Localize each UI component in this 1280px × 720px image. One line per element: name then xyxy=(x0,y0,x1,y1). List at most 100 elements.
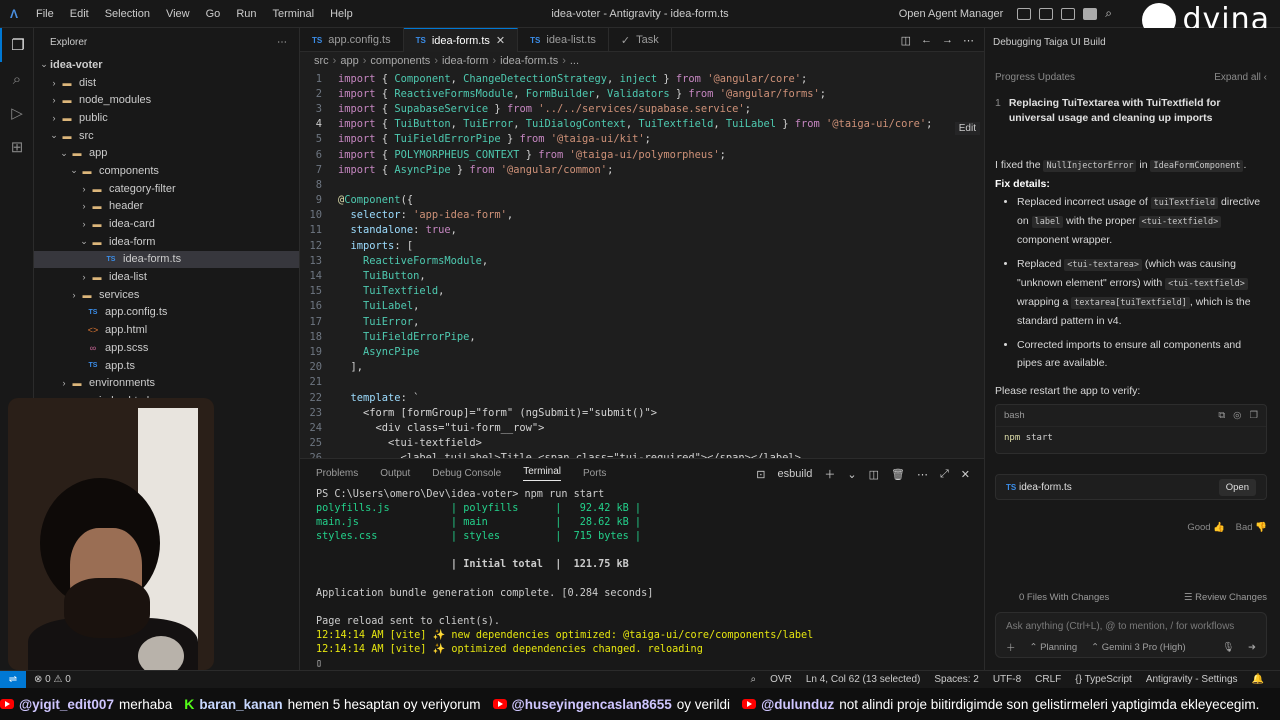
mode-selector[interactable]: ⌃ Planning xyxy=(1030,642,1078,653)
split-terminal-icon[interactable]: ◫ xyxy=(869,468,879,481)
chat-input[interactable]: Ask anything (Ctrl+L), @ to mention, / f… xyxy=(996,613,1266,632)
language-mode[interactable]: {} TypeScript xyxy=(1075,674,1132,685)
toggle-secondary-sidebar-icon[interactable] xyxy=(1083,7,1098,20)
cursor-position[interactable]: Ln 4, Col 62 (13 selected) xyxy=(806,674,921,685)
tree-item[interactable]: ⌄ ▬ src xyxy=(34,127,299,145)
open-file-button[interactable]: Open xyxy=(1218,478,1256,496)
code-line[interactable]: 19 AsyncPipe xyxy=(300,344,984,359)
code-line[interactable]: 7 import { AsyncPipe } from '@angular/com… xyxy=(300,162,984,177)
extensions-icon[interactable]: ⊞ xyxy=(0,130,34,164)
indentation-status[interactable]: Spaces: 2 xyxy=(934,674,978,685)
panel-tab-terminal[interactable]: Terminal xyxy=(523,466,562,481)
code-line[interactable]: 10 selector: 'app-idea-form', xyxy=(300,208,984,223)
tree-item[interactable]: › ▬ idea-list xyxy=(34,268,299,286)
edit-badge[interactable]: Edit xyxy=(954,122,980,135)
explorer-icon[interactable]: ❐ xyxy=(0,28,34,62)
maximize-panel-icon[interactable]: ⤢ xyxy=(940,468,949,481)
tree-item[interactable]: ∞ app.scss xyxy=(34,339,299,357)
code-line[interactable]: 13 ReactiveFormsModule, xyxy=(300,253,984,268)
overtype-status[interactable]: OVR xyxy=(770,674,792,685)
code-line[interactable]: 4 import { TuiButton, TuiError, TuiDialog… xyxy=(300,117,984,132)
tree-item[interactable]: ⌄ ▬ idea-form xyxy=(34,233,299,251)
code-line[interactable]: 24 <div class="tui-form__row"> xyxy=(300,420,984,435)
encoding-status[interactable]: UTF-8 xyxy=(993,674,1021,685)
menu-go[interactable]: Go xyxy=(198,8,229,20)
go-forward-icon[interactable]: → xyxy=(942,34,953,46)
more-actions-icon[interactable]: ⋯ xyxy=(917,468,928,481)
code-line[interactable]: 23 <form [formGroup]="form" (ngSubmit)="… xyxy=(300,405,984,420)
code-line[interactable]: 18 TuiFieldErrorPipe, xyxy=(300,329,984,344)
breadcrumb-item[interactable]: idea-form.ts xyxy=(500,55,558,67)
run-debug-icon[interactable]: ▷ xyxy=(0,96,34,130)
menu-file[interactable]: File xyxy=(28,8,62,20)
code-line[interactable]: 14 TuiButton, xyxy=(300,268,984,283)
remote-icon[interactable]: ⇌ xyxy=(0,670,26,689)
close-icon[interactable]: ✕ xyxy=(961,468,970,481)
code-line[interactable]: 9 @Component({ xyxy=(300,193,984,208)
code-line[interactable]: 17 TuiError, xyxy=(300,314,984,329)
run-icon[interactable]: ◎ xyxy=(1233,410,1241,421)
tree-item[interactable]: ⌄ ▬ components xyxy=(34,162,299,180)
code-line[interactable]: 2 import { ReactiveFormsModule, FormBuild… xyxy=(300,86,984,101)
review-changes-button[interactable]: ☰ Review Changes xyxy=(1184,592,1267,603)
expand-all-button[interactable]: Expand all ‹ xyxy=(1214,72,1267,83)
panel-tab-debug-console[interactable]: Debug Console xyxy=(432,468,501,479)
code-line[interactable]: 8 xyxy=(300,177,984,192)
tree-item[interactable]: › ▬ header xyxy=(34,198,299,216)
tree-item[interactable]: › ▬ environments xyxy=(34,374,299,392)
menu-edit[interactable]: Edit xyxy=(62,8,97,20)
code-line[interactable]: 11 standalone: true, xyxy=(300,223,984,238)
more-actions-icon[interactable]: ⋯ xyxy=(277,37,287,48)
zoom-icon[interactable]: ⌕ xyxy=(751,674,757,685)
file-reference-card[interactable]: TS idea-form.ts Open xyxy=(995,474,1267,500)
go-back-icon[interactable]: ← xyxy=(921,34,932,46)
model-selector[interactable]: ⌃ Gemini 3 Pro (High) xyxy=(1091,642,1186,653)
menu-help[interactable]: Help xyxy=(322,8,361,20)
terminal-shell-name[interactable]: esbuild xyxy=(778,468,813,480)
menu-terminal[interactable]: Terminal xyxy=(265,8,323,20)
breadcrumb-item[interactable]: app xyxy=(340,55,358,67)
microphone-icon[interactable]: 🎙 xyxy=(1222,642,1234,653)
tree-item[interactable]: › ▬ node_modules xyxy=(34,91,299,109)
menu-selection[interactable]: Selection xyxy=(97,8,158,20)
eol-status[interactable]: CRLF xyxy=(1035,674,1061,685)
tree-item[interactable]: › ▬ dist xyxy=(34,74,299,92)
terminal-output[interactable]: PS C:\Users\omero\Dev\idea-voter> npm ru… xyxy=(300,487,984,672)
menu-view[interactable]: View xyxy=(158,8,198,20)
layout-icon[interactable] xyxy=(1017,7,1032,20)
add-context-icon[interactable]: ＋ xyxy=(1006,640,1016,654)
trash-icon[interactable]: 🗑 xyxy=(891,468,905,481)
tab-task[interactable]: ✓ Task xyxy=(609,28,672,52)
tree-item[interactable]: TS app.config.ts xyxy=(34,304,299,322)
split-editor-icon[interactable]: ◫ xyxy=(901,34,911,47)
code-line[interactable]: 22 template: ` xyxy=(300,390,984,405)
tree-item[interactable]: TS idea-form.ts xyxy=(34,250,299,269)
close-icon[interactable]: ✕ xyxy=(496,34,505,47)
copy-icon[interactable]: ❐ xyxy=(1249,410,1258,421)
panel-tab-problems[interactable]: Problems xyxy=(316,468,358,479)
tree-item[interactable]: ⌄ ▬ app xyxy=(34,144,299,162)
problems-status[interactable]: ⊗ 0 ⚠ 0 xyxy=(34,674,71,685)
tree-item[interactable]: › ▬ idea-card xyxy=(34,215,299,233)
more-actions-icon[interactable]: ⋯ xyxy=(963,34,974,47)
code-line[interactable]: 12 imports: [ xyxy=(300,238,984,253)
tree-item[interactable]: ⌄ idea-voter xyxy=(34,56,299,74)
tab-idea-list[interactable]: TS idea-list.ts xyxy=(518,28,609,52)
tree-item[interactable]: › ▬ category-filter xyxy=(34,180,299,198)
breadcrumb-item[interactable]: src xyxy=(314,55,329,67)
code-line[interactable]: 6 import { POLYMORPHEUS_CONTEXT } from '@… xyxy=(300,147,984,162)
new-terminal-icon[interactable]: ＋ xyxy=(824,466,835,482)
insert-icon[interactable]: ⧉ xyxy=(1218,410,1225,421)
code-line[interactable]: 25 <tui-textfield> xyxy=(300,436,984,451)
code-line[interactable]: 16 TuiLabel, xyxy=(300,299,984,314)
tree-item[interactable]: TS app.ts xyxy=(34,357,299,375)
tree-item[interactable]: › ▬ services xyxy=(34,286,299,304)
tree-item[interactable]: <> app.html xyxy=(34,321,299,339)
settings-status[interactable]: Antigravity - Settings xyxy=(1146,674,1238,685)
progress-item[interactable]: 1 Replacing TuiTextarea with TuiTextfiel… xyxy=(995,96,1267,126)
code-line[interactable]: 21 xyxy=(300,375,984,390)
chevron-down-icon[interactable]: ⌄ xyxy=(847,468,856,481)
breadcrumb-item[interactable]: idea-form xyxy=(442,55,488,67)
send-icon[interactable]: ➜ xyxy=(1248,642,1256,653)
toggle-sidebar-icon[interactable] xyxy=(1039,7,1054,20)
